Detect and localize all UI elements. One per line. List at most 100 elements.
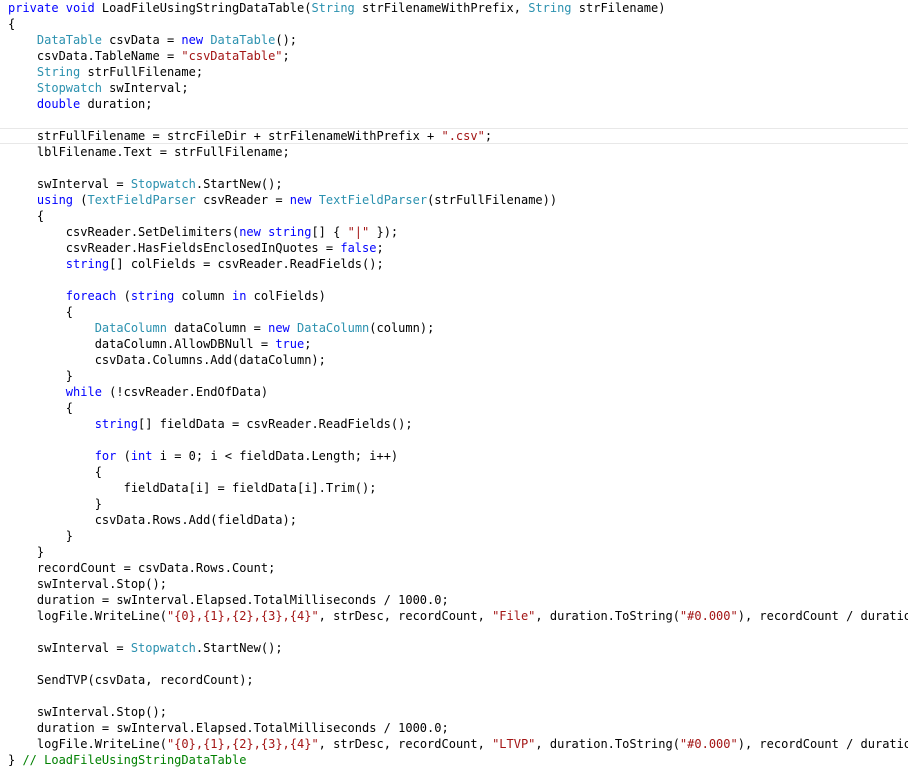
code-line: } <box>8 528 73 544</box>
code-line: SendTVP(csvData, recordCount); <box>8 672 254 688</box>
code-editor[interactable]: private void LoadFileUsingStringDataTabl… <box>0 0 908 774</box>
code-token: while <box>8 385 102 399</box>
code-token: DataTable <box>210 33 276 47</box>
code-token: TextFieldParser <box>318 193 428 207</box>
code-token: (strFullFilename)) <box>427 193 558 207</box>
code-token: ; <box>484 129 493 143</box>
code-token: ; <box>282 49 290 63</box>
code-token: Stopwatch <box>130 641 196 655</box>
code-token: } <box>8 529 74 543</box>
code-line: } <box>8 496 102 512</box>
code-token: }); <box>369 225 399 239</box>
code-token: SendTVP(csvData, recordCount); <box>8 673 254 687</box>
code-token: swInterval = <box>8 641 131 655</box>
code-token: (!csvReader.EndOfData) <box>101 385 269 399</box>
code-line: { <box>8 464 102 480</box>
code-line: for (int i = 0; i < fieldData.Length; i+… <box>8 448 398 464</box>
code-token: { <box>8 401 74 415</box>
code-token: strFullFilename = strcFileDir + strFilen… <box>8 129 442 143</box>
code-token: swInterval.Stop(); <box>8 705 167 719</box>
code-line: csvData.Columns.Add(dataColumn); <box>8 352 326 368</box>
code-token: recordCount = csvData.Rows.Count; <box>8 561 276 575</box>
code-token: duration = swInterval.Elapsed.TotalMilli… <box>8 721 449 735</box>
code-token: "#0.000" <box>679 737 738 751</box>
code-line: swInterval.Stop(); <box>8 704 167 720</box>
code-token: Stopwatch <box>8 81 102 95</box>
code-token: [] { <box>311 225 348 239</box>
code-token: csvData = <box>101 33 182 47</box>
code-token: String <box>528 1 572 15</box>
code-token: csvData.Rows.Add(fieldData); <box>8 513 297 527</box>
code-line: recordCount = csvData.Rows.Count; <box>8 560 275 576</box>
code-token: ( <box>73 193 88 207</box>
code-line: swInterval = Stopwatch.StartNew(); <box>8 640 283 656</box>
code-token: using <box>8 193 74 207</box>
code-token: "{0},{1},{2},{3},{4}" <box>166 737 319 751</box>
code-token: ; <box>304 337 312 351</box>
code-line: fieldData[i] = fieldData[i].Trim(); <box>8 480 377 496</box>
code-token: , strDesc, recordCount, <box>318 609 493 623</box>
code-token: new string <box>239 225 312 239</box>
code-line: swInterval.Stop(); <box>8 576 167 592</box>
code-token: strFullFilename; <box>80 65 204 79</box>
code-token: ), recordCount / duration); <box>737 737 908 751</box>
code-token: strFilename) <box>571 1 666 15</box>
code-token: csvReader = <box>195 193 290 207</box>
code-line: Stopwatch swInterval; <box>8 80 189 96</box>
code-token: String <box>8 65 81 79</box>
code-token: i = 0; i < fieldData.Length; i++) <box>152 449 399 463</box>
code-token: swInterval = <box>8 177 131 191</box>
code-token: "File" <box>492 609 536 623</box>
code-token: private void <box>8 1 102 15</box>
code-token: csvReader.SetDelimiters( <box>8 225 240 239</box>
code-token: LoadFileUsingStringDataTable( <box>101 1 312 15</box>
code-token: { <box>8 209 45 223</box>
code-line: } // LoadFileUsingStringDataTable <box>8 752 246 768</box>
code-token: // LoadFileUsingStringDataTable <box>22 753 247 767</box>
code-token: } <box>8 497 102 511</box>
code-line: { <box>8 16 15 32</box>
code-token: true <box>275 337 305 351</box>
code-token: int <box>130 449 153 463</box>
code-token: dataColumn = <box>166 321 269 335</box>
code-token: csvData.Columns.Add(dataColumn); <box>8 353 326 367</box>
code-token: (column); <box>369 321 435 335</box>
code-token: ; <box>376 241 384 255</box>
code-line: duration = swInterval.Elapsed.TotalMilli… <box>8 592 449 608</box>
code-line: { <box>8 400 73 416</box>
code-line: private void LoadFileUsingStringDataTabl… <box>8 0 665 16</box>
code-token: string <box>130 289 175 303</box>
code-line: { <box>8 304 73 320</box>
code-token: in <box>231 289 247 303</box>
code-token: DataColumn <box>297 321 370 335</box>
code-token: , strDesc, recordCount, <box>318 737 493 751</box>
code-token: "#0.000" <box>679 609 738 623</box>
code-token: logFile.WriteLine( <box>8 737 167 751</box>
code-token: foreach <box>8 289 117 303</box>
code-token: } <box>8 369 74 383</box>
code-line: logFile.WriteLine("{0},{1},{2},{3},{4}",… <box>8 608 908 624</box>
code-token: , duration.ToString( <box>535 737 680 751</box>
code-line: { <box>8 208 44 224</box>
code-token: ".csv" <box>441 129 485 143</box>
code-token: "csvDataTable" <box>181 49 283 63</box>
code-line: } <box>8 368 73 384</box>
code-token: TextFieldParser <box>87 193 196 207</box>
code-token: , duration.ToString( <box>535 609 680 623</box>
code-line: while (!csvReader.EndOfData) <box>8 384 268 400</box>
code-token: for <box>8 449 117 463</box>
code-line: logFile.WriteLine("{0},{1},{2},{3},{4}",… <box>8 736 908 752</box>
code-token: } <box>8 753 23 767</box>
code-line: dataColumn.AllowDBNull = true; <box>8 336 312 352</box>
code-token: } <box>8 545 45 559</box>
code-token: duration; <box>80 97 153 111</box>
code-token: "{0},{1},{2},{3},{4}" <box>166 609 319 623</box>
code-line: foreach (string column in colFields) <box>8 288 326 304</box>
code-token: new <box>181 33 211 47</box>
code-token: [] colFields = csvReader.ReadFields(); <box>109 257 384 271</box>
code-line: string[] colFields = csvReader.ReadField… <box>8 256 384 272</box>
code-token: double <box>8 97 81 111</box>
code-token: String <box>311 1 355 15</box>
code-token: .StartNew(); <box>195 177 283 191</box>
code-token: ( <box>116 289 131 303</box>
